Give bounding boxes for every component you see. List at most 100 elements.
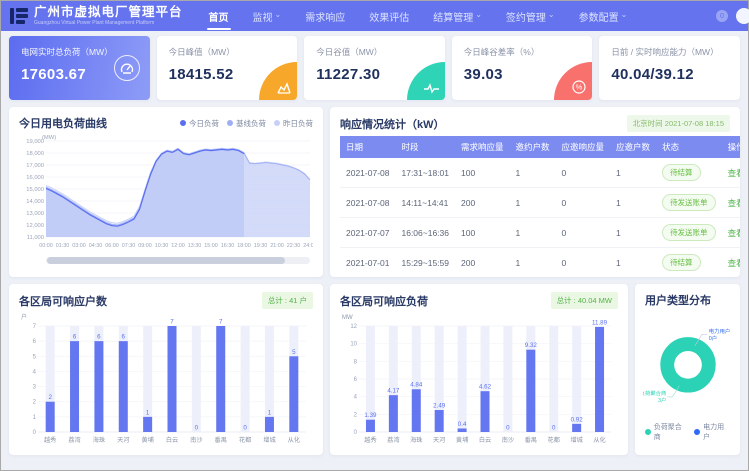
svg-text:(MW): (MW)	[42, 135, 56, 141]
svg-text:06:00: 06:00	[105, 243, 119, 249]
legend-item[interactable]: 今日负荷	[180, 118, 219, 129]
svg-text:15:00: 15:00	[204, 243, 218, 249]
svg-text:12,000: 12,000	[26, 223, 44, 229]
nav-menu: 首页监视⌄需求响应效果评估结算管理⌄签约管理⌄参数配置⌄	[197, 1, 640, 31]
view-link[interactable]: 查看	[728, 168, 740, 178]
nav-item-1[interactable]: 首页	[197, 1, 241, 31]
table-cell: 0	[556, 158, 611, 188]
table-header-cell: 状态	[656, 136, 722, 158]
svg-text:3户: 3户	[658, 396, 666, 404]
responsive-households-panel: 各区局可响应户数 总计 : 41 户 户012345672越秀6荔湾6海珠6天河…	[9, 284, 323, 455]
nav-item-4[interactable]: 效果评估	[357, 1, 421, 31]
view-link[interactable]: 查看	[728, 258, 740, 268]
kpi-row: 电网实时总负荷（MW） 17603.67 今日峰值（MW） 18415.52 今…	[9, 36, 740, 100]
load-bar-chart: MW0246810121.39越秀4.17荔湾4.84海珠2.49天河0.4黄埔…	[340, 311, 616, 445]
svg-text:18:00: 18:00	[237, 243, 251, 249]
load-chart-title: 各区局可响应负荷	[340, 293, 428, 309]
table-cell: 0	[556, 188, 611, 218]
svg-text:18,000: 18,000	[26, 151, 44, 157]
svg-text:12:00: 12:00	[171, 243, 185, 249]
svg-text:14,000: 14,000	[26, 199, 44, 205]
response-stats-panel: 响应情况统计（kW） 北京时间 2021-07-08 18:15 日期时段需求响…	[330, 107, 740, 277]
svg-text:白云: 白云	[479, 436, 491, 444]
avatar[interactable]	[736, 8, 749, 24]
status-badge: 待发送账单	[662, 224, 716, 241]
nav-item-2[interactable]: 监视⌄	[241, 1, 294, 31]
kpi-value: 40.04/39.12	[611, 66, 728, 83]
svg-text:MW: MW	[342, 315, 353, 321]
svg-text:4.17: 4.17	[387, 388, 400, 395]
table-cell: 14:11~14:41	[395, 188, 455, 218]
svg-text:越秀: 越秀	[364, 436, 376, 444]
nav-item-6[interactable]: 签约管理⌄	[494, 1, 567, 31]
svg-text:01:30: 01:30	[56, 243, 70, 249]
kpi-card-peak-valley-rate: 今日峰谷差率（%） 39.03 %	[452, 36, 593, 100]
svg-text:21:00: 21:00	[270, 243, 284, 249]
svg-text:海珠: 海珠	[93, 436, 106, 444]
svg-text:6: 6	[33, 339, 37, 345]
households-total-badge: 总计 : 41 户	[262, 292, 313, 309]
svg-text:番禺: 番禺	[215, 437, 227, 444]
svg-text:%: %	[576, 83, 583, 92]
response-stats-title: 响应情况统计（kW）	[340, 116, 445, 132]
status-badge: 待结算	[662, 164, 701, 181]
svg-text:1.39: 1.39	[364, 412, 377, 419]
table-cell: 100	[455, 158, 510, 188]
svg-text:4.62: 4.62	[479, 384, 492, 391]
nav-item-3[interactable]: 需求响应	[293, 1, 357, 31]
svg-text:10: 10	[350, 342, 357, 348]
table-row: 2021-07-0814:11~14:41200101待发送账单查看	[340, 188, 740, 218]
svg-text:0: 0	[506, 425, 510, 432]
app-subtitle: Guangzhou Virtual Power Plant Management…	[34, 21, 183, 26]
svg-text:天河: 天河	[117, 436, 129, 444]
svg-text:6: 6	[122, 334, 126, 341]
app-title: 广州市虚拟电厂管理平台	[34, 6, 183, 19]
svg-text:0: 0	[552, 425, 556, 432]
nav-item-5[interactable]: 结算管理⌄	[421, 1, 494, 31]
view-link[interactable]: 查看	[728, 198, 740, 208]
svg-text:4: 4	[354, 395, 358, 401]
svg-text:22:30: 22:30	[287, 243, 301, 249]
svg-text:6: 6	[97, 334, 101, 341]
nav-item-7[interactable]: 参数配置⌄	[567, 1, 640, 31]
chevron-down-icon: ⌄	[475, 11, 482, 19]
kpi-label: 日前 / 实时响应能力（MW）	[611, 46, 728, 58]
svg-text:从化: 从化	[593, 436, 605, 444]
svg-text:花都: 花都	[548, 436, 560, 444]
svg-text:电力用户: 电力用户	[708, 327, 729, 335]
svg-text:16,000: 16,000	[26, 175, 44, 181]
user-type-panel: 用户类型分布 电力用户0户负荷聚合商3户 负荷聚合商电力用户	[635, 284, 740, 455]
load-curve-chart: (MW)11,00012,00013,00014,00015,00016,000…	[19, 133, 313, 249]
svg-text:00:00: 00:00	[39, 243, 53, 249]
status-cell: 待发送账单	[656, 218, 722, 248]
dashboard-main: 电网实时总负荷（MW） 17603.67 今日峰值（MW） 18415.52 今…	[1, 31, 748, 470]
table-cell: 15:29~15:59	[395, 248, 455, 278]
table-cell: 0	[556, 218, 611, 248]
svg-text:南沙: 南沙	[190, 436, 202, 444]
svg-text:5: 5	[292, 349, 296, 356]
chart-zoom-scrollbar[interactable]	[46, 257, 310, 264]
gauge-icon	[114, 55, 140, 81]
legend-item[interactable]: 昨日负荷	[274, 118, 313, 129]
svg-text:增城: 增城	[263, 436, 275, 444]
notification-icon[interactable]: 0	[716, 10, 728, 22]
status-cell: 待结算	[656, 248, 722, 278]
svg-text:9.32: 9.32	[525, 342, 538, 349]
table-cell: 17:31~18:01	[395, 158, 455, 188]
svg-text:13,000: 13,000	[26, 211, 44, 217]
table-cell: 1	[610, 218, 656, 248]
legend-item[interactable]: 负荷聚合商	[645, 422, 687, 442]
legend-item[interactable]: 电力用户	[694, 422, 730, 442]
svg-text:天河: 天河	[433, 436, 445, 444]
chart-zoom-handle[interactable]	[47, 257, 285, 264]
legend-item[interactable]: 基线负荷	[227, 118, 266, 129]
svg-text:6: 6	[354, 377, 358, 383]
svg-text:0: 0	[33, 430, 37, 436]
svg-text:6: 6	[73, 334, 77, 341]
user-type-title: 用户类型分布	[645, 292, 730, 308]
view-link[interactable]: 查看	[728, 228, 740, 238]
table-header-cell: 应邀响应量	[556, 136, 611, 158]
svg-text:荔湾: 荔湾	[387, 436, 399, 444]
table-row: 2021-07-0817:31~18:01100101待结算查看	[340, 158, 740, 188]
svg-text:0.92: 0.92	[571, 416, 584, 423]
